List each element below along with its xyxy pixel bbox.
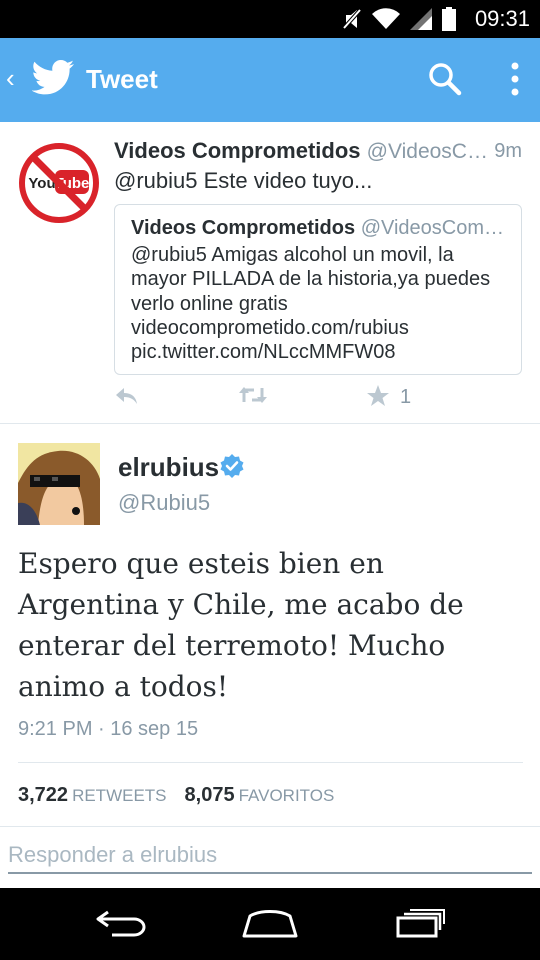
mute-icon xyxy=(342,7,362,31)
status-time: 09:31 xyxy=(474,6,530,31)
author-handle[interactable]: @Rubiu5 xyxy=(118,490,210,516)
battery-icon xyxy=(442,7,456,31)
reply-input[interactable] xyxy=(8,838,532,874)
twitter-bird-icon[interactable] xyxy=(32,58,76,98)
favorites-label[interactable]: FAVORITOS xyxy=(239,786,335,805)
back-arrow-icon[interactable]: ‹ xyxy=(6,64,15,92)
quoted-link[interactable]: videocomprometido.com/rubius xyxy=(131,316,505,340)
tweet-text-line: enterar del terremoto! Mucho xyxy=(18,629,446,662)
tweet-text: @rubiu5 Este video tuyo... xyxy=(114,168,373,193)
reply-icon[interactable] xyxy=(114,384,138,406)
retweet-count[interactable]: 3,722 xyxy=(18,784,68,806)
back-nav-icon[interactable] xyxy=(94,908,148,938)
tweet-text-line: Argentina y Chile, me acabo de xyxy=(18,588,464,621)
retweets-label[interactable]: RETWEETS xyxy=(72,786,166,805)
no-youtube-avatar[interactable]: You Tube xyxy=(18,142,100,224)
retweet-icon[interactable] xyxy=(238,384,268,406)
divider xyxy=(0,826,540,827)
page-title: Tweet xyxy=(86,64,158,94)
author-handle[interactable]: @VideosC… xyxy=(367,140,488,163)
tweet-actions: 1 xyxy=(114,384,522,414)
quoted-author-name: Videos Comprometidos xyxy=(131,217,356,239)
quoting-tweet[interactable]: You Tube Videos Comprometidos @VideosC… … xyxy=(0,122,540,424)
quoted-text-line: mayor PILLADA de la historia,ya puedes xyxy=(131,268,491,291)
quoted-pic-link[interactable]: pic.twitter.com/NLccMMFW08 xyxy=(131,340,505,364)
app-bar: ‹ Tweet xyxy=(0,38,540,122)
more-options-icon[interactable] xyxy=(510,62,520,96)
status-bar: 09:31 xyxy=(0,0,540,38)
home-nav-icon[interactable] xyxy=(242,908,298,938)
favorite-star-icon[interactable] xyxy=(366,384,390,408)
recent-apps-nav-icon[interactable] xyxy=(394,908,448,938)
quoted-text-line: verlo online gratis xyxy=(131,292,288,315)
tweet-text-line: animo a todos! xyxy=(18,670,229,703)
favorite-count-main[interactable]: 8,075 xyxy=(185,784,235,806)
quoted-tweet-card[interactable]: Videos Comprometidos @VideosCom… @rubiu5… xyxy=(114,204,522,375)
status-icons xyxy=(342,6,456,32)
signal-icon xyxy=(410,8,432,30)
system-nav-bar xyxy=(0,888,540,960)
tweet-timestamp: 9:21 PM · 16 sep 15 xyxy=(18,718,199,740)
tweet-text: Espero que esteis bien en Argentina y Ch… xyxy=(18,543,523,707)
verified-badge-icon xyxy=(220,454,244,478)
author-name[interactable]: Videos Comprometidos xyxy=(114,138,361,163)
tweet-text-line: Espero que esteis bien en xyxy=(18,547,384,580)
tweet-stats: 3,722 RETWEETS 8,075 FAVORITOS xyxy=(18,784,334,807)
quoted-text-line: @rubiu5 Amigas alcohol un movil, la xyxy=(131,244,454,266)
favorite-count: 1 xyxy=(400,386,412,408)
wifi-icon xyxy=(372,8,400,30)
search-icon[interactable] xyxy=(428,62,462,96)
divider xyxy=(18,762,523,763)
author-name[interactable]: elrubius xyxy=(118,452,219,483)
tweet-time: 9m xyxy=(494,140,522,162)
quoted-tweet-header: Videos Comprometidos @VideosCom… xyxy=(131,217,505,243)
elrubius-avatar[interactable] xyxy=(18,443,100,525)
quoting-tweet-header: Videos Comprometidos @VideosC… xyxy=(114,138,522,168)
quoted-author-handle: @VideosCom… xyxy=(360,217,505,239)
